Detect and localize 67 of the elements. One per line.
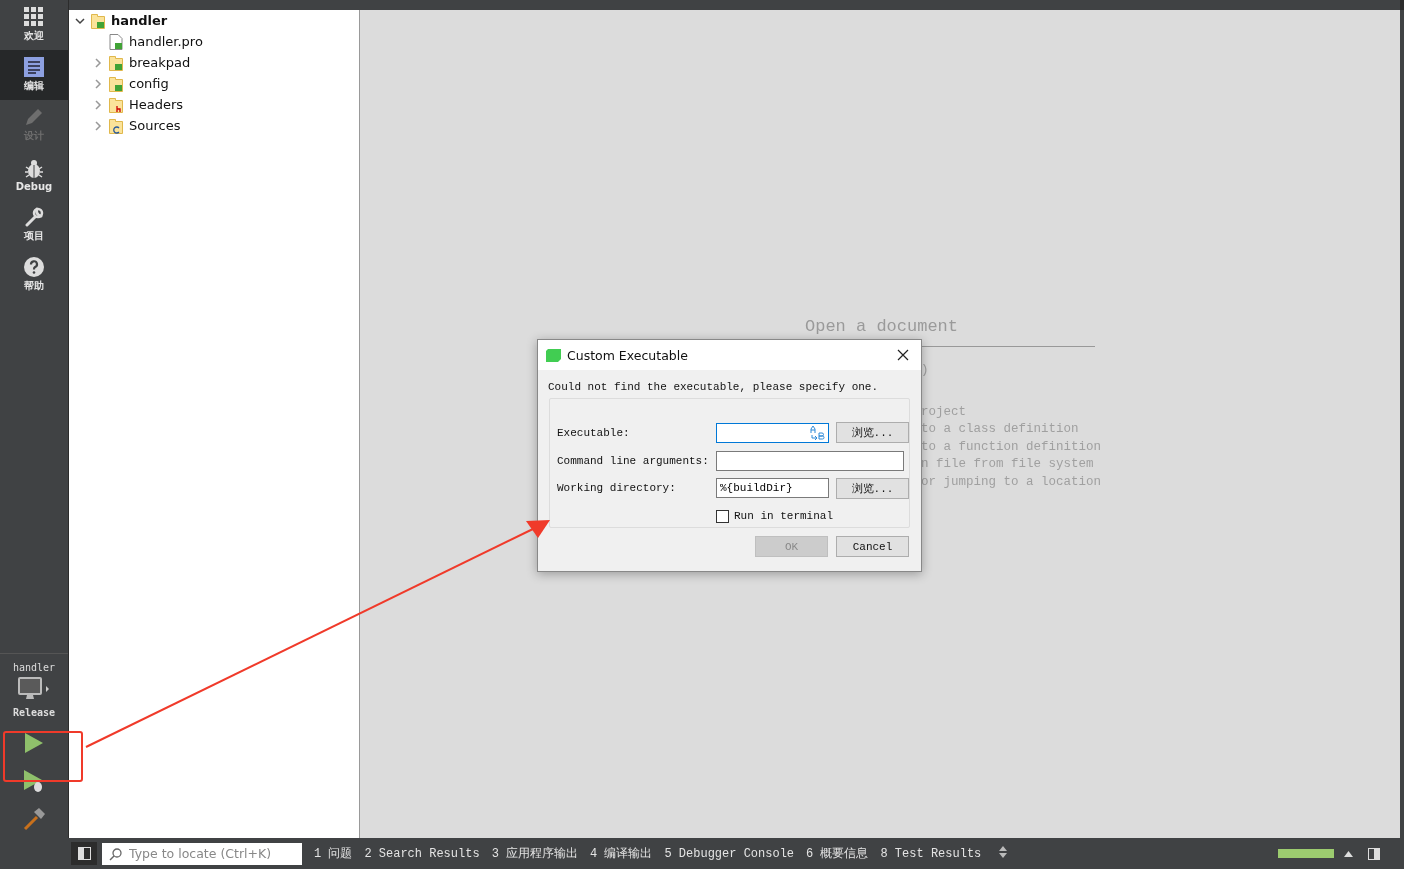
mode-tab[interactable]: 欢迎 <box>0 0 68 50</box>
document-icon <box>24 57 44 77</box>
help-icon <box>24 257 44 277</box>
input-field[interactable] <box>716 422 829 443</box>
browse-button[interactable]: 浏览... <box>836 477 909 499</box>
pencil-icon <box>24 107 44 127</box>
checkbox[interactable] <box>716 509 729 523</box>
header-folder-icon <box>109 96 123 113</box>
mode-tab[interactable]: 编辑 <box>0 50 68 100</box>
chevron-right-icon[interactable] <box>93 120 103 131</box>
hammer-icon <box>22 807 46 831</box>
output-pane-tab[interactable]: 4 编译输出 <box>590 845 653 862</box>
hint-text: ) <box>921 362 930 379</box>
field-label: Command line arguments: <box>557 454 709 467</box>
hint-text: to a function definition <box>921 438 1102 456</box>
panel-icon[interactable] <box>1368 847 1380 860</box>
locator-field[interactable]: Type to locate (Ctrl+K) <box>102 842 302 865</box>
tree-item[interactable]: Headers <box>129 97 184 112</box>
sidebar-toggle[interactable] <box>71 842 97 865</box>
tree-item[interactable]: config <box>129 76 169 91</box>
dialog-title: Custom Executable <box>567 347 689 363</box>
close-icon <box>897 349 909 361</box>
caret-up-icon[interactable] <box>1344 850 1353 857</box>
tree-item[interactable]: handler.pro <box>129 34 203 49</box>
chevron-right-icon[interactable] <box>93 99 103 110</box>
input-field[interactable]: %{buildDir} <box>716 478 829 499</box>
hint-text: or jumping to a location <box>921 473 1102 491</box>
tree-item[interactable]: Sources <box>129 118 181 133</box>
output-pane-tab[interactable]: 3 应用程序输出 <box>491 845 579 862</box>
qt-folder-icon <box>109 54 123 71</box>
output-pane-tab[interactable]: 2 Search Results <box>364 846 480 861</box>
output-pane-tab[interactable]: 5 Debugger Console <box>664 846 795 861</box>
field-label: Executable: <box>557 426 631 439</box>
output-pane-tab[interactable]: 6 概要信息 <box>806 845 869 862</box>
source-folder-icon <box>109 117 123 134</box>
variable-icon[interactable] <box>809 425 825 440</box>
build-configuration: Release <box>12 707 56 718</box>
search-icon <box>109 847 124 861</box>
qt-file-icon <box>109 33 123 50</box>
qt-folder-icon <box>109 75 123 92</box>
qt-folder-icon <box>91 12 105 29</box>
qt-logo-icon <box>546 348 561 362</box>
progress-bar <box>1278 849 1334 858</box>
hint-text: roject <box>921 403 967 421</box>
chevron-right-icon[interactable] <box>93 57 103 68</box>
panel-icon <box>77 847 91 860</box>
tree-item[interactable]: handler <box>111 13 168 28</box>
cancel-button[interactable]: Cancel <box>836 536 909 557</box>
bug-icon <box>24 158 44 179</box>
browse-button[interactable]: 浏览... <box>836 422 909 444</box>
mode-tab[interactable]: 项目 <box>0 200 68 250</box>
hint-text: to a class definition <box>921 421 1080 439</box>
grid-icon <box>24 7 44 27</box>
chevron-right-icon[interactable] <box>93 78 103 89</box>
mode-tab[interactable]: Debug <box>0 150 68 200</box>
tree-item[interactable]: breakpad <box>129 55 191 70</box>
wrench-icon <box>24 207 44 227</box>
output-pane-tab[interactable]: 8 Test Results <box>880 846 982 861</box>
field-label: Working directory: <box>557 482 677 495</box>
play-icon <box>24 732 44 754</box>
output-pane-tab[interactable]: 1 问题 <box>314 845 353 862</box>
mode-tab[interactable]: 帮助 <box>0 250 68 300</box>
chevron-down-icon[interactable] <box>75 15 85 26</box>
input-field[interactable] <box>716 450 904 471</box>
checkbox-label: Run in terminal <box>734 510 834 523</box>
project-name: handler <box>12 662 56 673</box>
dialog-message: Could not find the executable, please specify one. <box>547 380 880 395</box>
